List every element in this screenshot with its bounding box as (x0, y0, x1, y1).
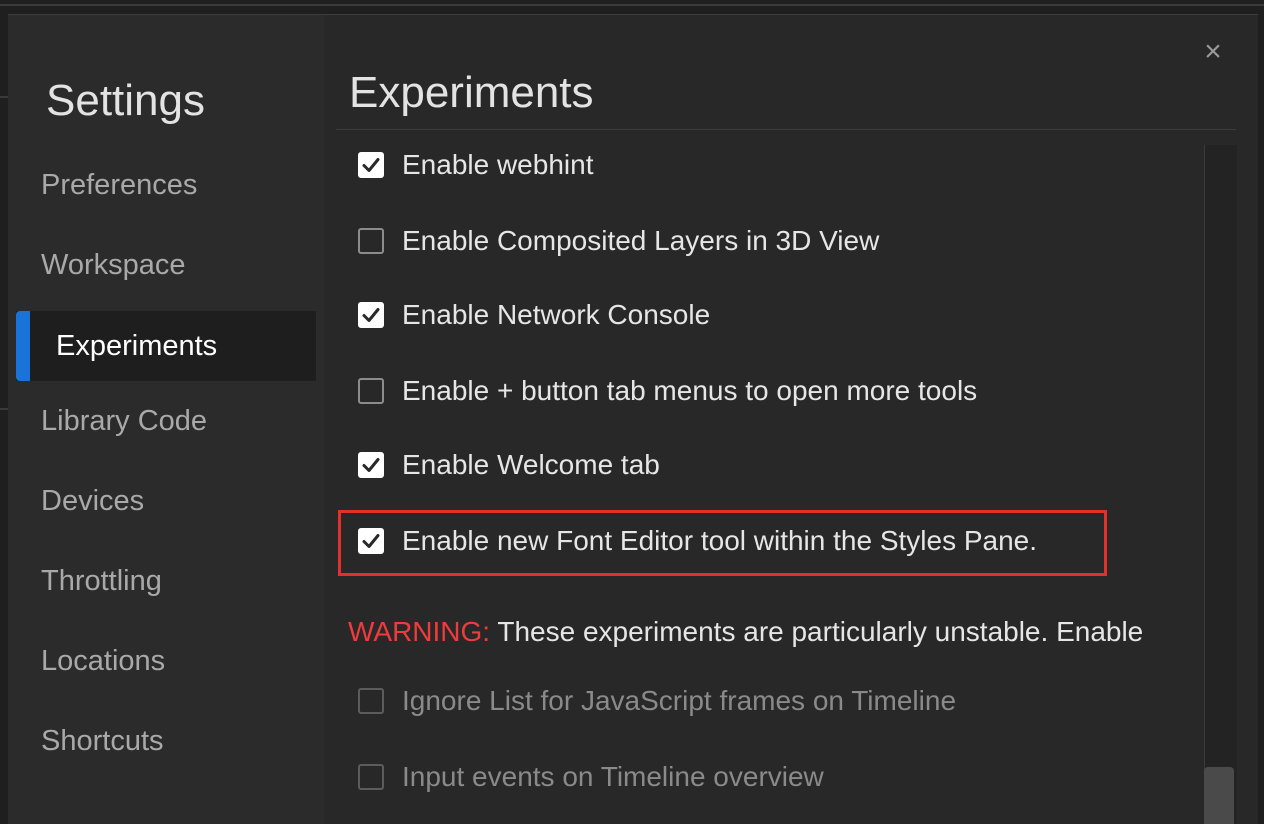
sidebar-item-workspace[interactable]: Workspace (16, 230, 316, 300)
sidebar-item-label: Preferences (41, 168, 198, 201)
sidebar-item-label: Locations (41, 644, 166, 677)
scrollbar-thumb[interactable] (1204, 767, 1234, 824)
checkbox[interactable] (358, 302, 384, 328)
experiment-composited-layers[interactable]: Enable Composited Layers in 3D View (358, 221, 879, 261)
checkbox[interactable] (358, 764, 384, 790)
checkmark-icon (362, 458, 380, 472)
experiment-label: Enable Welcome tab (402, 449, 660, 480)
checkbox[interactable] (358, 228, 384, 254)
sidebar-item-label: Experiments (56, 329, 218, 362)
checkmark-icon (362, 534, 380, 548)
sidebar-item-devices[interactable]: Devices (16, 466, 316, 536)
unstable-warning: WARNING: These experiments are particula… (348, 616, 1143, 648)
page-title: Experiments (349, 68, 594, 117)
sidebar-item-locations[interactable]: Locations (16, 626, 316, 696)
settings-main-panel: × Experiments Enable webhint Enable Comp… (324, 15, 1258, 824)
warning-prefix: WARNING: (348, 616, 491, 647)
sidebar-item-label: Workspace (41, 248, 186, 281)
background-divider (0, 4, 1264, 6)
sidebar-item-experiments[interactable]: Experiments (16, 311, 316, 381)
close-icon: × (1204, 35, 1222, 68)
sidebar-item-preferences[interactable]: Preferences (16, 150, 316, 220)
sidebar-item-shortcuts[interactable]: Shortcuts (16, 706, 316, 776)
sidebar-item-label: Shortcuts (41, 724, 164, 757)
checkbox[interactable] (358, 378, 384, 404)
checkmark-icon (362, 308, 380, 322)
checkbox[interactable] (358, 152, 384, 178)
checkmark-icon (362, 158, 380, 172)
sidebar-item-throttling[interactable]: Throttling (16, 546, 316, 616)
experiment-enable-webhint[interactable]: Enable webhint (358, 145, 593, 185)
sidebar-item-label: Library Code (41, 404, 208, 437)
scrollbar-track[interactable] (1204, 145, 1237, 824)
active-indicator (16, 311, 30, 381)
sidebar-item-label: Devices (41, 484, 145, 517)
checkbox[interactable] (358, 452, 384, 478)
experiment-ignore-list-timeline[interactable]: Ignore List for JavaScript frames on Tim… (358, 681, 956, 721)
experiment-label: Enable webhint (402, 149, 594, 180)
experiment-label: Enable Network Console (402, 299, 711, 330)
experiment-font-editor[interactable]: Enable new Font Editor tool within the S… (358, 521, 1037, 561)
checkbox[interactable] (358, 688, 384, 714)
devtools-window: Settings Preferences Workspace Experimen… (0, 0, 1264, 824)
experiment-label: Enable Composited Layers in 3D View (402, 225, 880, 256)
background-divider (0, 408, 8, 410)
experiment-label: Ignore List for JavaScript frames on Tim… (402, 685, 957, 716)
settings-title: Settings (46, 76, 205, 125)
settings-dialog: Settings Preferences Workspace Experimen… (8, 14, 1258, 824)
sidebar-item-library-code[interactable]: Library Code (16, 386, 316, 456)
experiment-label: Enable + button tab menus to open more t… (402, 375, 978, 406)
experiment-label: Input events on Timeline overview (402, 761, 824, 792)
experiment-plus-button-tab-menus[interactable]: Enable + button tab menus to open more t… (358, 371, 977, 411)
experiment-welcome-tab[interactable]: Enable Welcome tab (358, 445, 660, 485)
experiment-network-console[interactable]: Enable Network Console (358, 295, 710, 335)
experiments-list: Enable webhint Enable Composited Layers … (336, 129, 1236, 824)
warning-text: These experiments are particularly unsta… (490, 616, 1144, 647)
close-button[interactable]: × (1198, 37, 1228, 67)
settings-sidebar: Settings Preferences Workspace Experimen… (8, 15, 324, 824)
checkbox[interactable] (358, 528, 384, 554)
background-divider (0, 96, 8, 98)
experiment-input-events-timeline[interactable]: Input events on Timeline overview (358, 757, 824, 797)
experiment-label: Enable new Font Editor tool within the S… (402, 525, 1038, 556)
sidebar-item-label: Throttling (41, 564, 162, 597)
